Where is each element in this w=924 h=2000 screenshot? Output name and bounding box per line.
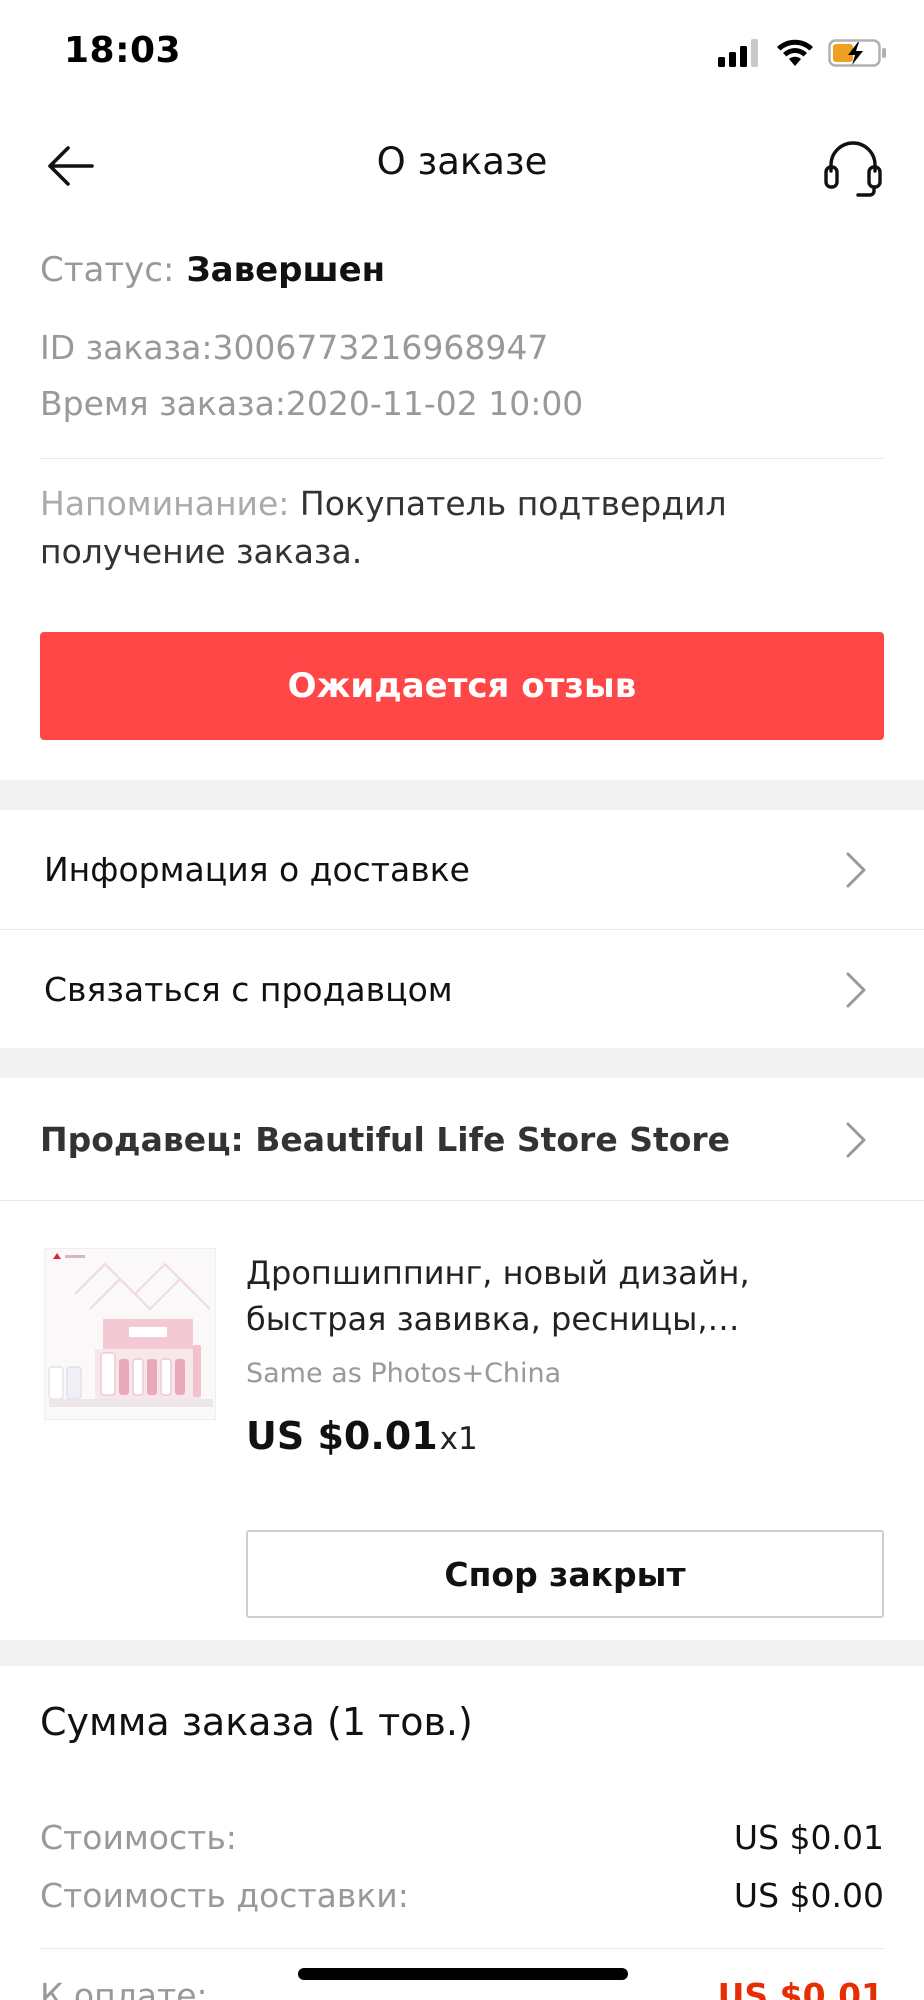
contact-seller-label: Связаться с продавцом (44, 969, 453, 1009)
cellular-signal-icon (718, 39, 758, 67)
product-title[interactable]: Дропшиппинг, новый дизайн, быстрая завив… (246, 1250, 886, 1342)
dispute-closed-button[interactable]: Спор закрыт (246, 1530, 884, 1618)
leave-review-button[interactable]: Ожидается отзыв (40, 632, 884, 740)
status-label: Статус: (40, 250, 175, 290)
nav-bar: О заказе (0, 110, 924, 220)
chevron-right-icon (846, 1122, 866, 1158)
order-status-block: Статус: Завершен ID заказа:30067732169689… (40, 250, 884, 440)
reminder-label: Напоминание: (40, 484, 290, 523)
headset-icon (824, 141, 882, 197)
summary-cost-row: Стоимость: US $0.01 (40, 1818, 884, 1857)
product-card: Дропшиппинг, новый дизайн, быстрая завив… (0, 1200, 924, 1640)
delivery-info-row[interactable]: Информация о доставке (0, 810, 924, 928)
shipping-value: US $0.00 (733, 1876, 884, 1915)
product-price-line: US $0.01x1 (246, 1414, 478, 1458)
product-price: US $0.01 (246, 1414, 438, 1458)
order-details-screen: 18:03 О заказе Статус: Завершен ID заказ… (0, 0, 924, 2000)
status-icons (718, 38, 888, 68)
product-variant: Same as Photos+China (246, 1358, 562, 1389)
section-gap (0, 1640, 924, 1666)
seller-row[interactable]: Продавец: Beautiful Life Store Store (0, 1080, 924, 1198)
page-title: О заказе (376, 140, 548, 183)
chevron-right-icon (846, 852, 866, 888)
divider (40, 458, 884, 459)
order-time: Время заказа:2020-11-02 10:00 (40, 384, 584, 423)
cost-value: US $0.01 (733, 1818, 884, 1857)
divider (40, 1948, 884, 1949)
section-gap (0, 780, 924, 810)
shipping-label: Стоимость доставки: (40, 1876, 409, 1915)
support-button[interactable] (818, 132, 888, 202)
battery-charging-icon (828, 39, 886, 67)
home-indicator (298, 1968, 628, 1980)
section-gap (0, 1048, 924, 1078)
product-image (45, 1249, 215, 1419)
product-quantity: x1 (439, 1421, 478, 1457)
order-reminder: Напоминание: Покупатель подтвердил получ… (40, 480, 884, 576)
summary-shipping-row: Стоимость доставки: US $0.00 (40, 1876, 884, 1915)
order-id[interactable]: ID заказа:3006773216968947 (40, 328, 884, 384)
chevron-right-icon (846, 972, 866, 1008)
contact-seller-row[interactable]: Связаться с продавцом (0, 930, 924, 1048)
status-time: 18:03 (64, 30, 182, 71)
wifi-icon (777, 39, 813, 66)
product-thumbnail[interactable] (44, 1248, 216, 1420)
cost-label: Стоимость: (40, 1818, 237, 1857)
seller-name: Продавец: Beautiful Life Store Store (40, 1119, 731, 1159)
delivery-info-label: Информация о доставке (44, 849, 470, 889)
total-label: К оплате: (40, 1976, 208, 2000)
total-value: US $0.01 (717, 1976, 884, 2000)
status-value: Завершен (186, 250, 386, 290)
order-status: Статус: Завершен (40, 250, 884, 310)
order-summary-title: Сумма заказа (1 тов.) (40, 1700, 473, 1744)
status-bar: 18:03 (0, 0, 924, 110)
